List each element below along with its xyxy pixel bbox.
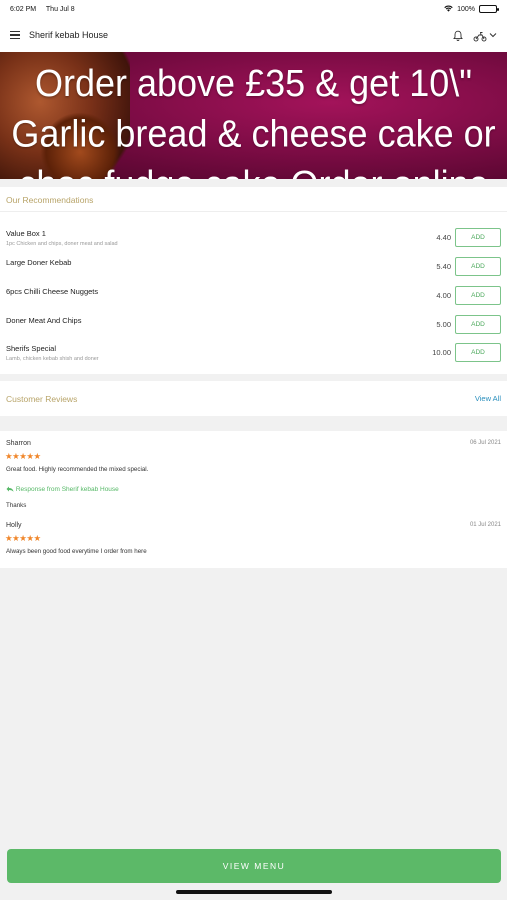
reply-icon [6, 486, 14, 493]
chevron-down-icon[interactable] [489, 31, 497, 40]
add-button[interactable]: ADD [455, 286, 501, 305]
owner-response-label: Response from Sherif kebab House [6, 486, 119, 493]
item-price: 4.40 [436, 233, 451, 242]
battery-percent: 100% [457, 5, 475, 13]
item-name: Doner Meat And Chips [6, 316, 82, 325]
status-date: Thu Jul 8 [45, 5, 75, 13]
banner-line-2: Garlic bread & cheese cake or [11, 111, 496, 155]
view-menu-button[interactable]: VIEW MENU [7, 849, 501, 883]
wifi-icon [444, 5, 453, 14]
hamburger-menu-icon[interactable] [10, 31, 20, 39]
item-price: 5.00 [436, 320, 451, 329]
list-item[interactable]: Large Doner Kebab 5.40 ADD [0, 257, 507, 286]
battery-icon [479, 5, 499, 13]
review-date: 06 Jul 2021 [469, 440, 501, 446]
item-name: 6pcs Chilli Cheese Nuggets [6, 287, 99, 296]
restaurant-title: Sherif kebab House [29, 30, 109, 40]
star-rating: ★★★★★ [5, 533, 41, 543]
app-header: Sherif kebab House [0, 18, 507, 52]
item-price: 5.40 [436, 262, 451, 271]
banner-line-1: Order above £35 & get 10\" [34, 61, 473, 105]
star-rating: ★★★★★ [5, 451, 41, 461]
item-description: 1pc Chicken and chips, doner meat and sa… [6, 241, 118, 247]
reviews-title: Customer Reviews [6, 393, 78, 404]
status-time: 6:02 PM [10, 5, 37, 13]
recommendations-title: Our Recommendations [6, 195, 94, 205]
status-bar: 6:02 PM Thu Jul 8 100% [0, 0, 507, 18]
promo-banner[interactable]: Order above £35 & get 10\" Garlic bread … [0, 52, 507, 179]
item-price: 4.00 [436, 291, 451, 300]
reviewer-name: Sharron [6, 440, 31, 447]
reviews-list: Sharron 06 Jul 2021 ★★★★★ Great food. Hi… [0, 431, 507, 568]
banner-text: Order above £35 & get 10\" Garlic bread … [0, 58, 507, 179]
list-item[interactable]: Doner Meat And Chips 5.00 ADD [0, 315, 507, 344]
reviewer-name: Holly [6, 522, 22, 529]
home-indicator[interactable] [176, 890, 332, 894]
list-item[interactable]: Value Box 1 1pc Chicken and chips, doner… [0, 228, 507, 257]
view-all-link[interactable]: View All [475, 394, 501, 403]
item-name: Sherifs Special [6, 344, 57, 353]
recommendations-section: Our Recommendations Value Box 1 1pc Chic… [0, 187, 507, 374]
list-item[interactable]: 6pcs Chilli Cheese Nuggets 4.00 ADD [0, 286, 507, 315]
review-text: Always been good food everytime I order … [6, 548, 147, 555]
item-price: 10.00 [432, 348, 451, 357]
reviews-header: Customer Reviews View All [0, 381, 507, 416]
item-description: Lamb, chicken kebab shish and doner [6, 356, 99, 362]
owner-response-text: Thanks [6, 502, 27, 509]
review-text: Great food. Highly recommended the mixed… [6, 466, 149, 473]
add-button[interactable]: ADD [455, 228, 501, 247]
add-button[interactable]: ADD [455, 343, 501, 362]
bell-icon[interactable] [452, 29, 464, 41]
list-item[interactable]: Sherifs Special Lamb, chicken kebab shis… [0, 343, 507, 372]
delivery-scooter-icon[interactable] [473, 29, 487, 42]
item-name: Value Box 1 [6, 229, 46, 238]
add-button[interactable]: ADD [455, 257, 501, 276]
add-button[interactable]: ADD [455, 315, 501, 334]
review-date: 01 Jul 2021 [469, 522, 501, 528]
response-label-text: Response from Sherif kebab House [15, 486, 119, 493]
item-name: Large Doner Kebab [6, 258, 72, 267]
banner-line-3: choc fudge cake Order online [0, 159, 507, 179]
